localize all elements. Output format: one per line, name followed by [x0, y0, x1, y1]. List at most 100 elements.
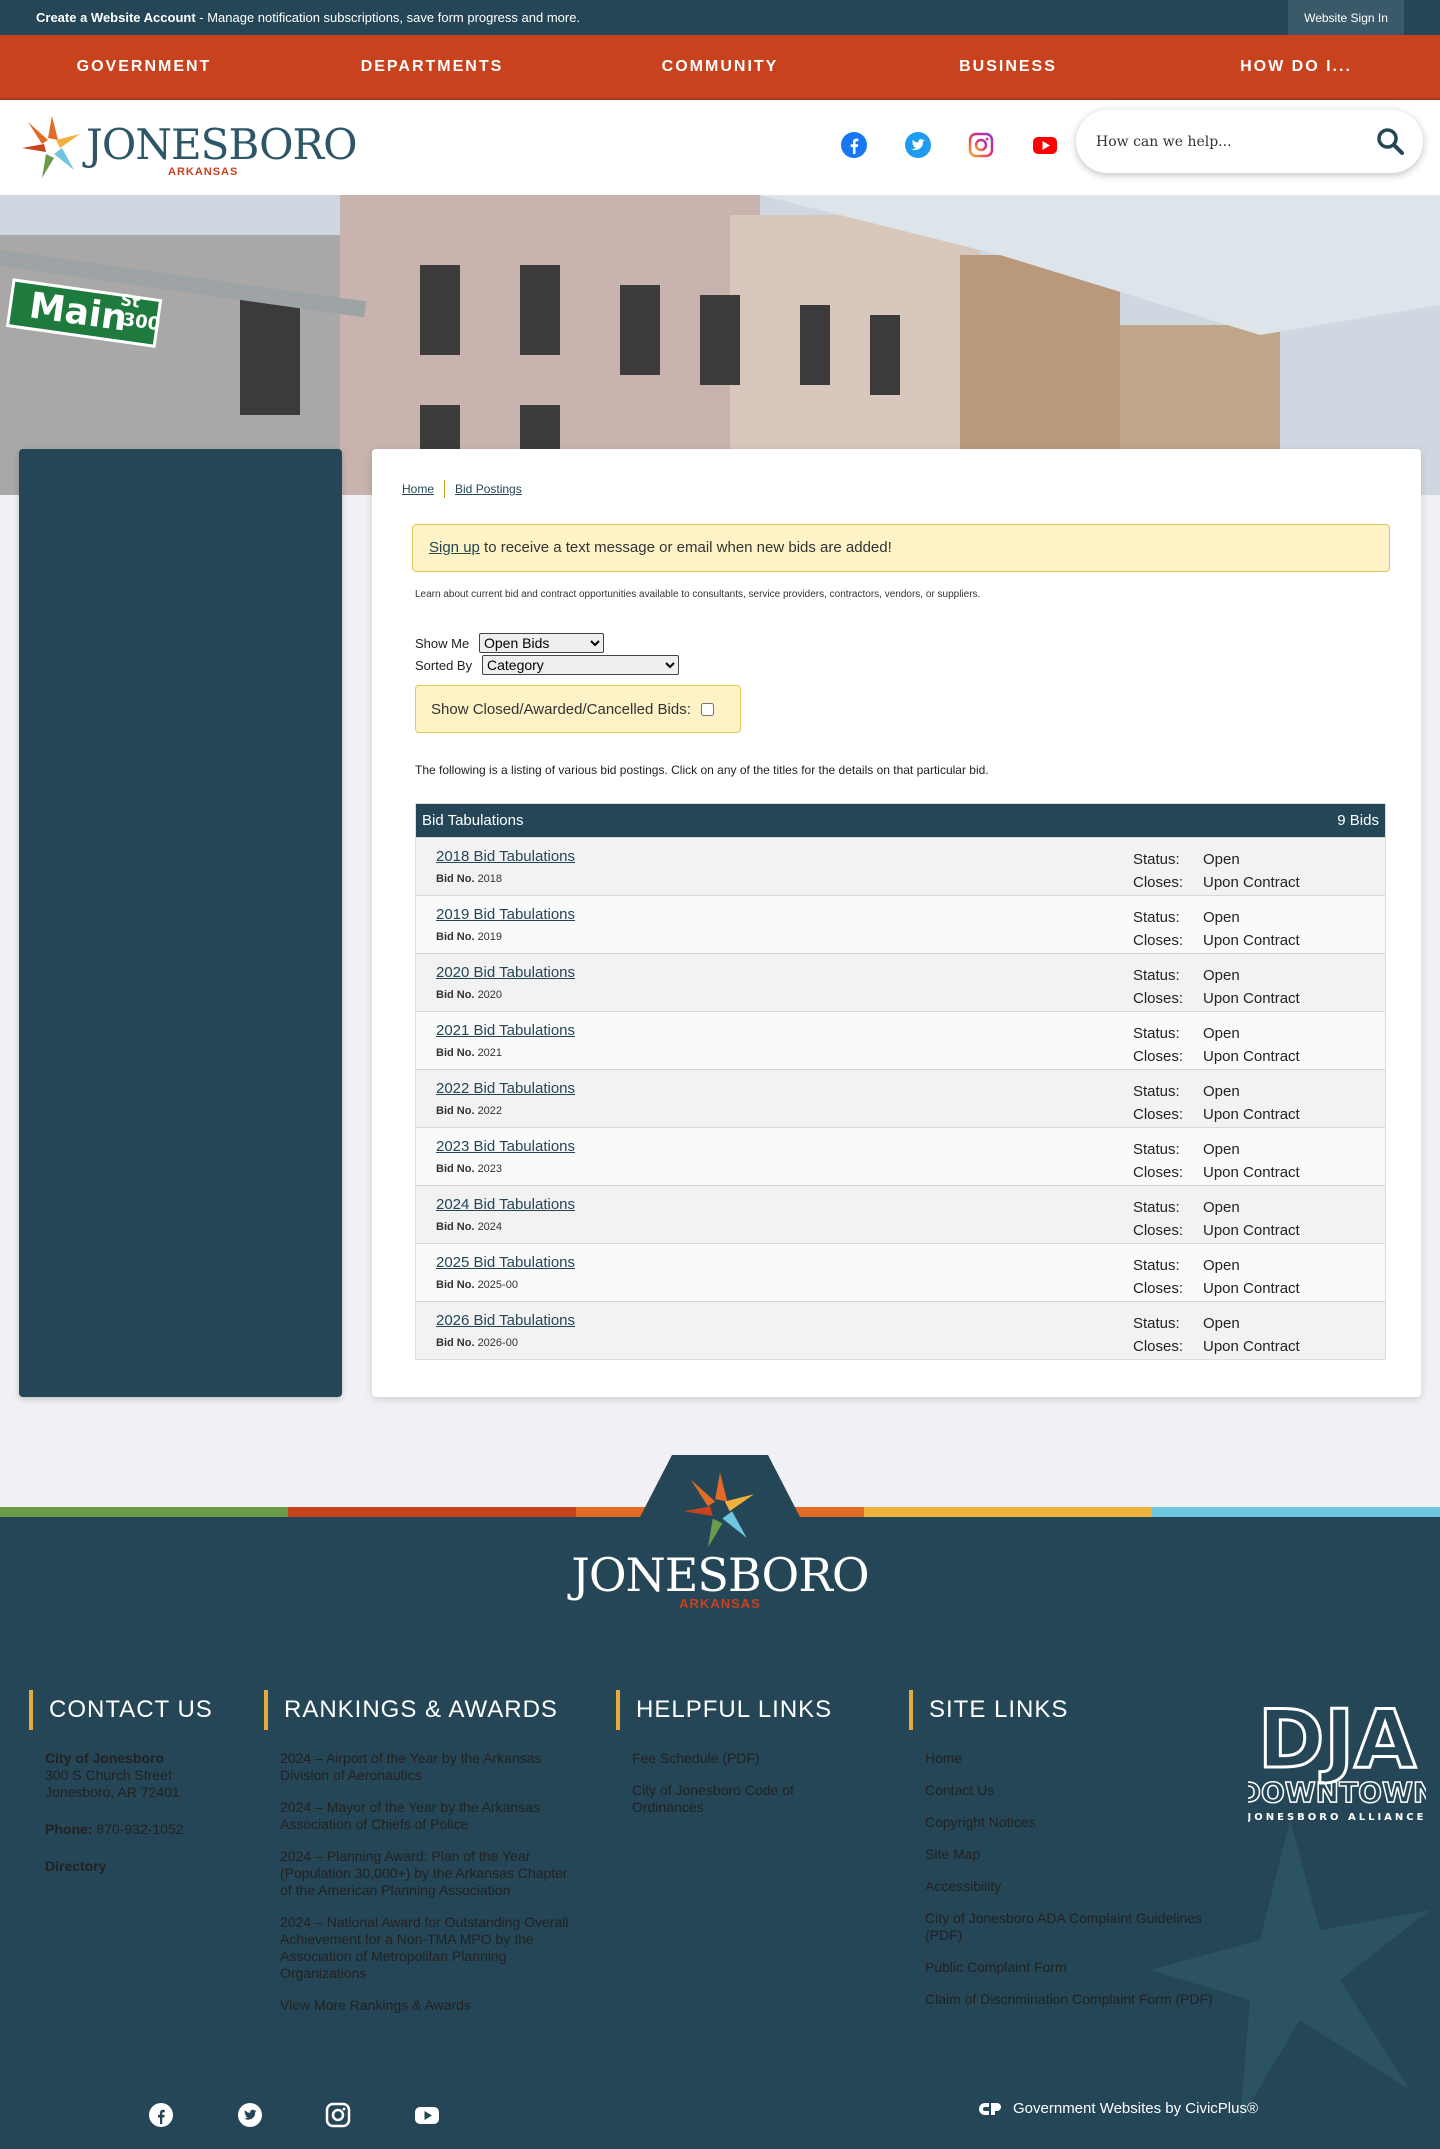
bid-title-link[interactable]: 2018 Bid Tabulations [436, 848, 575, 865]
ranking-item[interactable]: 2024 – Airport of the Year by the Arkans… [280, 1750, 580, 1784]
breadcrumb-separator [444, 480, 446, 498]
bid-number: Bid No. 2018 [436, 873, 503, 885]
status-value: Open [1203, 1083, 1240, 1100]
rankings-heading: RANKINGS & AWARDS [264, 1690, 580, 1730]
bid-title-link[interactable]: 2023 Bid Tabulations [436, 1138, 575, 1155]
website-sign-in-button[interactable]: Website Sign In [1288, 0, 1404, 35]
footer-helpful-links: HELPFUL LINKS Fee Schedule (PDF) City of… [616, 1690, 842, 1831]
youtube-icon[interactable] [1030, 130, 1060, 160]
bid-table: Bid Tabulations 9 Bids 2018 Bid Tabulati… [415, 803, 1386, 1360]
search-input[interactable] [1096, 128, 1356, 156]
helpful-link[interactable]: Fee Schedule (PDF) [632, 1750, 842, 1767]
jonesboro-logo[interactable]: JONESBORO ARKANSAS [20, 114, 358, 180]
closes-value: Upon Contract [1203, 990, 1300, 1007]
content-card: Home Bid Postings Sign up to receive a t… [372, 449, 1421, 1397]
bid-status-block: Status: Open Closes: Upon Contract [1133, 964, 1300, 1010]
nav-departments[interactable]: DEPARTMENTS [288, 35, 576, 98]
footer-logo-subtitle: ARKANSAS [679, 1596, 761, 1611]
civicplus-icon [979, 2102, 1001, 2115]
bid-row: 2019 Bid Tabulations Bid No. 2019 Status: O… [416, 895, 1385, 953]
nav-how-do-i[interactable]: HOW DO I... [1152, 35, 1440, 98]
footer-instagram-icon[interactable] [325, 2102, 351, 2128]
footer-star-logo-icon [683, 1472, 754, 1548]
logo-wordmark: JONESBORO [86, 120, 358, 169]
ranking-item[interactable]: 2024 – Mayor of the Year by the Arkansas… [280, 1799, 580, 1833]
footer-facebook-icon[interactable] [148, 2102, 174, 2128]
status-value: Open [1203, 851, 1240, 868]
footer-logo-wordmark: JONESBORO [571, 1548, 869, 1602]
bid-title-link[interactable]: 2025 Bid Tabulations [436, 1254, 575, 1271]
status-label: Status: [1133, 1199, 1180, 1216]
show-closed-label: Show Closed/Awarded/Cancelled Bids: [431, 700, 691, 718]
bid-title-link[interactable]: 2022 Bid Tabulations [436, 1080, 575, 1097]
bid-row: 2020 Bid Tabulations Bid No. 2020 Status: O… [416, 953, 1385, 1011]
status-label: Status: [1133, 909, 1180, 926]
bid-row: 2024 Bid Tabulations Bid No. 2024 Status: O… [416, 1185, 1385, 1243]
helpful-link[interactable]: City of Jonesboro Code of Ordinances [632, 1782, 842, 1816]
closes-label: Closes: [1133, 1280, 1184, 1297]
bid-row: 2026 Bid Tabulations Bid No. 2026-00 Statu… [416, 1301, 1385, 1359]
ranking-item[interactable]: 2024 – Planning Award: Plan of the Year … [280, 1848, 580, 1899]
closes-label: Closes: [1133, 932, 1184, 949]
bid-status-block: Status: Open Closes: Upon Contract [1133, 848, 1300, 894]
footer-youtube-icon[interactable] [414, 2102, 440, 2128]
bid-row: 2022 Bid Tabulations Bid No. 2022 Status: O… [416, 1069, 1385, 1127]
show-closed-checkbox[interactable] [700, 702, 714, 716]
status-label: Status: [1133, 1315, 1180, 1332]
ranking-item[interactable]: 2024 – National Award for Outstanding Ov… [280, 1914, 580, 1982]
bid-title-link[interactable]: 2024 Bid Tabulations [436, 1196, 575, 1213]
svg-text:DJA: DJA [1258, 1697, 1416, 1786]
dja-downtown-logo[interactable]: DJA DOWNTOWN JONESBORO ALLIANCE [1237, 1692, 1437, 1832]
bid-number: Bid No. 2020 [436, 989, 503, 1001]
bid-row: 2021 Bid Tabulations Bid No. 2021 Status: O… [416, 1011, 1385, 1069]
status-value: Open [1203, 909, 1240, 926]
nav-government[interactable]: GOVERNMENT [0, 35, 288, 98]
bid-number: Bid No. 2026-00 [436, 1337, 518, 1349]
bid-title-link[interactable]: 2026 Bid Tabulations [436, 1312, 575, 1329]
twitter-icon[interactable] [903, 130, 933, 160]
status-value: Open [1203, 1199, 1240, 1216]
site-link-home[interactable]: Home [925, 1750, 1215, 1767]
status-value: Open [1203, 967, 1240, 984]
directory-link[interactable]: Directory [45, 1858, 245, 1875]
nav-community[interactable]: COMMUNITY [576, 35, 864, 98]
star-logo-icon [22, 116, 80, 178]
sorted-by-select[interactable]: Category [482, 655, 679, 675]
bid-number: Bid No. 2025-00 [436, 1279, 518, 1291]
sign-up-link[interactable]: Sign up [429, 539, 480, 556]
bid-row: 2023 Bid Tabulations Bid No. 2023 Status: O… [416, 1127, 1385, 1185]
bid-title-link[interactable]: 2020 Bid Tabulations [436, 964, 575, 981]
bid-title-link[interactable]: 2019 Bid Tabulations [436, 906, 575, 923]
show-closed-filter: Show Closed/Awarded/Cancelled Bids: [415, 685, 741, 733]
view-more-rankings-link[interactable]: View More Rankings & Awards [280, 1997, 580, 2014]
create-account-link[interactable]: Create a Website Account - Manage notifi… [36, 10, 580, 25]
instagram-icon[interactable] [966, 130, 996, 160]
show-me-select[interactable]: Open Bids [479, 633, 604, 653]
breadcrumb-home[interactable]: Home [402, 482, 434, 496]
facebook-icon[interactable] [839, 130, 869, 160]
status-value: Open [1203, 1315, 1240, 1332]
bid-status-block: Status: Open Closes: Upon Contract [1133, 1080, 1300, 1126]
status-label: Status: [1133, 1141, 1180, 1158]
site-link-contact[interactable]: Contact Us [925, 1782, 1215, 1799]
status-value: Open [1203, 1025, 1240, 1042]
status-value: Open [1203, 1257, 1240, 1274]
contact-phone: Phone: 870-932-1052 [45, 1821, 184, 1837]
footer-logo[interactable]: JONESBORO ARKANSAS [570, 1470, 870, 1620]
search-box [1076, 110, 1423, 173]
footer-star-watermark [1150, 1820, 1430, 2120]
footer-twitter-icon[interactable] [237, 2102, 263, 2128]
search-icon[interactable] [1375, 126, 1405, 156]
site-header: JONESBORO ARKANSAS [0, 100, 1440, 195]
closes-label: Closes: [1133, 990, 1184, 1007]
show-me-label: Show Me [415, 635, 470, 651]
bid-number: Bid No. 2019 [436, 931, 503, 943]
bid-title-link[interactable]: 2021 Bid Tabulations [436, 1022, 575, 1039]
bid-table-header: Bid Tabulations 9 Bids [416, 804, 1385, 837]
breadcrumb-bid-postings[interactable]: Bid Postings [455, 482, 522, 496]
contact-heading: CONTACT US [29, 1690, 245, 1730]
nav-business[interactable]: BUSINESS [864, 35, 1152, 98]
bid-status-block: Status: Open Closes: Upon Contract [1133, 1138, 1300, 1184]
bid-number: Bid No. 2021 [436, 1047, 503, 1059]
civicplus-credit[interactable]: Government Websites by CivicPlus® [977, 2100, 1258, 2117]
